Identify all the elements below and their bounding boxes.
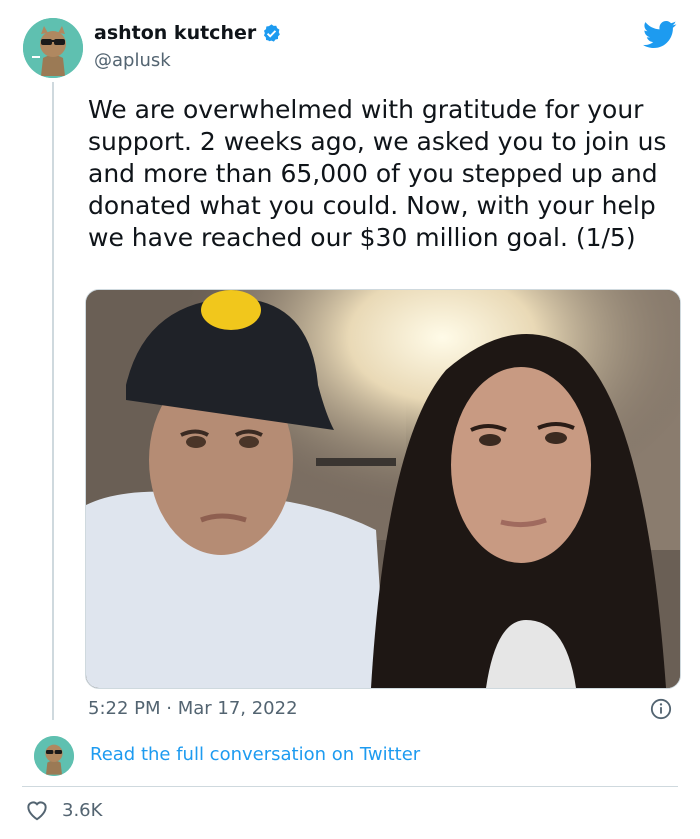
read-more-avatar xyxy=(34,736,74,776)
heart-icon[interactable] xyxy=(24,797,50,823)
author-name[interactable]: ashton kutcher xyxy=(94,22,256,44)
tweet-embed-card: ashton kutcher @aplusk We are overwhelme… xyxy=(0,0,700,839)
twitter-bird-icon[interactable] xyxy=(643,20,677,50)
photo-illustration xyxy=(86,290,680,688)
tweet-photo[interactable] xyxy=(85,289,681,689)
read-full-conversation-link[interactable]: Read the full conversation on Twitter xyxy=(90,744,420,765)
info-icon[interactable] xyxy=(650,698,672,720)
verified-badge-icon xyxy=(264,23,281,42)
divider xyxy=(22,786,678,787)
tweet-text: We are overwhelmed with gratitude for yo… xyxy=(88,95,667,252)
author-name-row[interactable]: ashton kutcher xyxy=(94,22,282,44)
thread-line xyxy=(52,82,54,720)
like-button[interactable]: 3.6K xyxy=(24,797,102,823)
tweet-timestamp[interactable]: 5:22 PM · Mar 17, 2022 xyxy=(88,698,298,719)
like-count: 3.6K xyxy=(62,799,103,821)
author-handle[interactable]: @aplusk xyxy=(94,50,171,71)
author-avatar[interactable] xyxy=(23,18,83,78)
